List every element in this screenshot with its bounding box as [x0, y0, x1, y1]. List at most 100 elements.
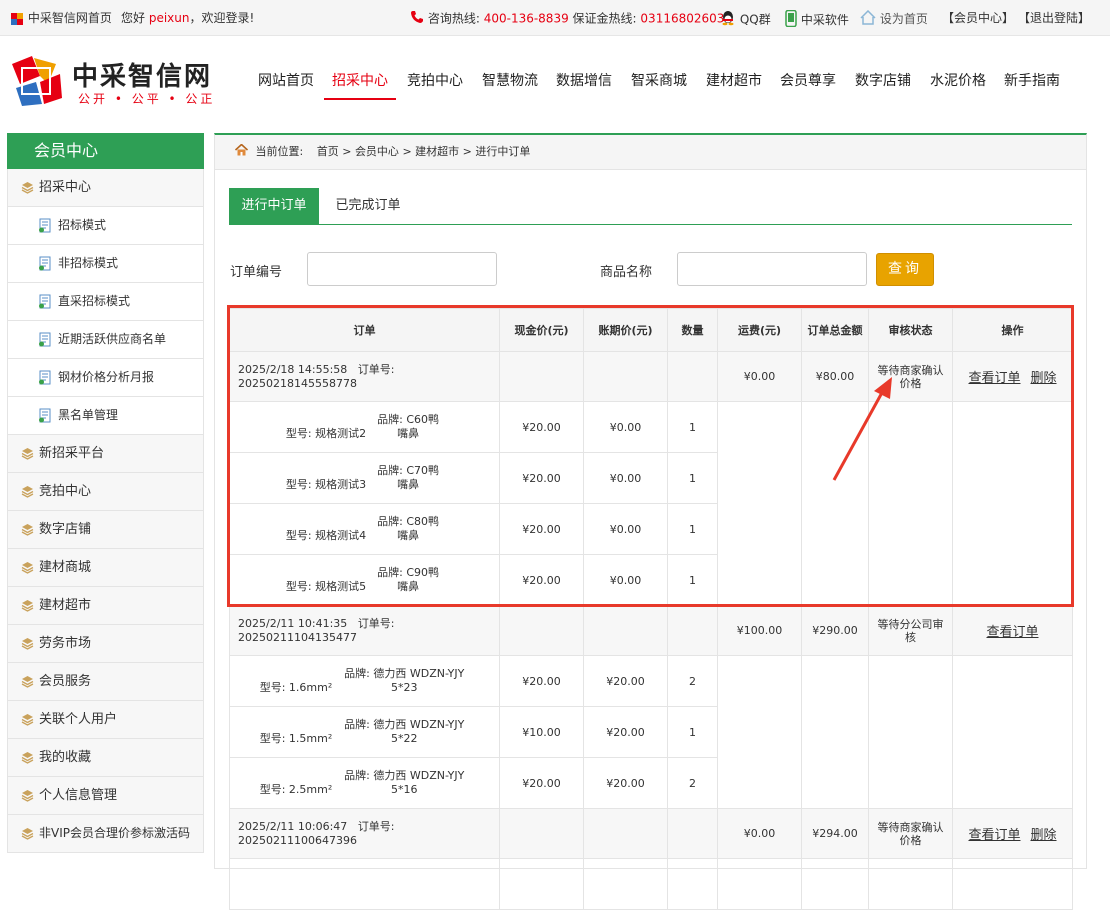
col-order: 订单	[229, 308, 500, 352]
sidebar-item-member-service[interactable]: 会员服务	[7, 663, 204, 701]
set-home-link[interactable]: 设为首页	[860, 9, 928, 29]
software-link[interactable]: 中采软件	[785, 9, 849, 31]
col-actions: 操作	[952, 308, 1073, 352]
greeting-prefix: 您好	[121, 11, 146, 25]
qq-label[interactable]: QQ群	[740, 13, 771, 27]
sidebar-item-profile[interactable]: 个人信息管理	[7, 777, 204, 815]
sidebar-item-linked-users[interactable]: 关联个人用户	[7, 701, 204, 739]
breadcrumb-building-market[interactable]: 建材超市	[415, 145, 459, 158]
sidebar-sub-direct-bidding[interactable]: 直采招标模式	[7, 283, 204, 321]
deposit-label: 保证金热线:	[572, 11, 637, 26]
product-brand: 品牌: 德力西 WDZN-YJY 5*22	[344, 718, 465, 745]
nav-digital-store[interactable]: 数字店铺	[855, 70, 911, 90]
term-price: ¥20.00	[583, 655, 668, 707]
sidebar-item-auction[interactable]: 竞拍中心	[7, 473, 204, 511]
software-label[interactable]: 中采软件	[801, 13, 849, 27]
tab-completed[interactable]: 已完成订单	[333, 188, 403, 224]
product-name-input[interactable]	[677, 252, 867, 286]
breadcrumb-home[interactable]: 首页	[317, 145, 339, 158]
sidebar-item-label: 数字店铺	[39, 522, 92, 537]
stack-icon	[21, 676, 34, 688]
nav-logistics[interactable]: 智慧物流	[482, 70, 538, 90]
nav-active-underline	[324, 98, 396, 100]
sidebar-item-favorites[interactable]: 我的收藏	[7, 739, 204, 777]
mobile-icon	[785, 9, 797, 31]
breadcrumb-member-center[interactable]: 会员中心	[355, 145, 399, 158]
stack-icon	[21, 600, 34, 612]
delete-order-link[interactable]: 删除	[1031, 828, 1057, 843]
sidebar-item-new-platform[interactable]: 新招采平台	[7, 435, 204, 473]
greeting-suffix: ，欢迎登录!	[189, 11, 255, 25]
nav-procurement[interactable]: 招采中心	[332, 70, 388, 90]
breadcrumb-separator: >	[342, 145, 352, 158]
sidebar-sub-non-bidding[interactable]: 非招标模式	[7, 245, 204, 283]
sidebar-item-procurement[interactable]: 招采中心	[7, 169, 204, 207]
view-order-link[interactable]: 查看订单	[968, 828, 1020, 843]
greeting: 您好 peixun，欢迎登录!	[121, 10, 254, 26]
nav-mall[interactable]: 智采商城	[631, 70, 687, 90]
sidebar-sub-steel-report[interactable]: 钢材价格分析月报	[7, 359, 204, 397]
sidebar-sub-label: 直采招标模式	[58, 294, 131, 308]
nav-auction[interactable]: 竞拍中心	[407, 70, 463, 90]
product-brand: 品牌: C60鸭嘴鼻	[377, 413, 440, 440]
site-logo[interactable]: 中采智信网 公开 • 公平 • 公正	[10, 52, 240, 110]
view-order-link[interactable]: 查看订单	[968, 371, 1020, 386]
nav-building-market[interactable]: 建材超市	[706, 70, 762, 90]
delete-order-link[interactable]: 删除	[1031, 371, 1057, 386]
sidebar-item-building-market[interactable]: 建材超市	[7, 587, 204, 625]
sidebar-sub-blacklist[interactable]: 黑名单管理	[7, 397, 204, 435]
nav-home[interactable]: 网站首页	[258, 70, 314, 90]
breadcrumb-separator: >	[402, 145, 412, 158]
order-number: 20250211100647396	[238, 833, 357, 847]
breadcrumb-separator: >	[462, 145, 472, 158]
stack-icon	[21, 448, 34, 460]
order-tabs: 进行中订单 已完成订单	[229, 188, 1072, 225]
order-status: 等待商家确认价格	[868, 808, 953, 859]
logo-mark-icon	[12, 56, 62, 106]
order-time: 2025/2/11 10:06:47	[238, 819, 348, 833]
sidebar-item-building-mall[interactable]: 建材商城	[7, 549, 204, 587]
cash-price: ¥20.00	[499, 655, 584, 707]
sidebar: 会员中心 招采中心 招标模式 非招标模式 直采招标模式 近期活跃供应商名单 钢材…	[7, 133, 204, 853]
document-icon	[39, 218, 51, 233]
qq-group-link[interactable]: QQ群	[720, 10, 771, 30]
tab-in-progress[interactable]: 进行中订单	[229, 188, 319, 224]
cash-price: ¥20.00	[499, 503, 584, 555]
stack-icon	[21, 790, 34, 802]
order-status: 等待商家确认价格	[868, 351, 953, 402]
home-link[interactable]: 中采智信网首页	[10, 10, 112, 26]
sidebar-sub-active-suppliers[interactable]: 近期活跃供应商名单	[7, 321, 204, 359]
product-brand: 品牌: C80鸭嘴鼻	[377, 515, 440, 542]
query-button[interactable]: 查询	[876, 253, 934, 286]
order-number: 20250218145558778	[238, 376, 357, 390]
username[interactable]: peixun	[149, 11, 190, 25]
order-no-input[interactable]	[307, 252, 497, 286]
col-freight: 运费(元)	[717, 308, 802, 352]
order-no-label: 订单编号	[230, 265, 283, 280]
order-item-row	[229, 858, 1073, 910]
order-actions: 查看订单 删除	[952, 351, 1073, 402]
sidebar-item-labor-market[interactable]: 劳务市场	[7, 625, 204, 663]
nav-member-vip[interactable]: 会员尊享	[780, 70, 836, 90]
sidebar-item-digital-store[interactable]: 数字店铺	[7, 511, 204, 549]
view-order-link[interactable]: 查看订单	[986, 625, 1038, 640]
set-home-label[interactable]: 设为首页	[880, 12, 928, 26]
order-info: 2025/2/11 10:06:47 订单号: 2025021110064739…	[229, 808, 500, 859]
order-time: 2025/2/18 14:55:58	[238, 362, 348, 376]
home-link-label[interactable]: 中采智信网首页	[28, 11, 112, 25]
member-center-link[interactable]: 【会员中心】	[942, 10, 1014, 26]
col-cash-price: 现金价(元)	[499, 308, 584, 352]
quantity: 1	[667, 503, 718, 555]
order-total: ¥290.00	[801, 605, 869, 656]
sidebar-sub-bidding[interactable]: 招标模式	[7, 207, 204, 245]
nav-credit[interactable]: 数据增信	[556, 70, 612, 90]
product-brand: 品牌: C90鸭嘴鼻	[377, 566, 440, 593]
sidebar-item-activation-code[interactable]: 非VIP会员合理价参标激活码	[7, 815, 204, 853]
nav-cement-price[interactable]: 水泥价格	[930, 70, 986, 90]
order-row: 2025/2/18 14:55:58 订单号: 2025021814555877…	[229, 351, 1073, 402]
col-status: 审核状态	[868, 308, 953, 352]
logout-link[interactable]: 【退出登陆】	[1018, 10, 1090, 26]
order-status: 等待分公司审核	[868, 605, 953, 656]
nav-guide[interactable]: 新手指南	[1004, 70, 1060, 90]
sidebar-item-label: 会员服务	[39, 674, 92, 689]
